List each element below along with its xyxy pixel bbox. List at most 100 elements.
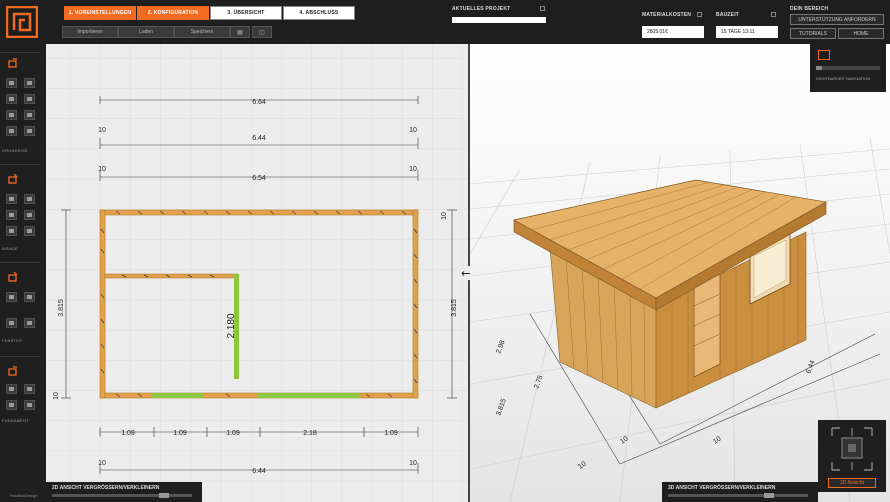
tool-button[interactable]: [6, 226, 17, 236]
dim-label-small: 10: [98, 166, 106, 173]
tool-button[interactable]: [24, 110, 35, 120]
tool-button[interactable]: [6, 292, 17, 302]
import-button[interactable]: Importieren: [62, 26, 118, 38]
section-divider: [0, 262, 40, 263]
app-root: 1. VOREINSTELLUNGEN 2. KONFIGURATION 3. …: [0, 0, 890, 502]
step-tab-konfiguration[interactable]: 2. KONFIGURATION: [137, 6, 209, 20]
dim-label-small: 10: [409, 127, 417, 134]
dim-label-small: 10: [409, 460, 417, 467]
dim-label-bottom-segment: 1.09: [121, 430, 135, 437]
load-button[interactable]: Laden: [118, 26, 174, 38]
project-name-field[interactable]: [452, 17, 546, 23]
step-tab-abschluss[interactable]: 4. ABSCHLUSS: [283, 6, 355, 20]
support-button[interactable]: UNTERSTÜTZUNG ANFORDERN: [790, 14, 884, 25]
navigation-label: SICHTBARKEIT NAVIGATION: [816, 76, 871, 81]
tutorials-button[interactable]: TUTORIALS: [790, 28, 836, 39]
dim-label-right-side: 3.815: [451, 299, 458, 317]
material-cost-value: 2805.01€: [642, 26, 704, 38]
tool-button[interactable]: [24, 400, 35, 410]
tool-button[interactable]: [24, 94, 35, 104]
step-tab-uebersicht[interactable]: 3. ÜBERSICHT: [210, 6, 282, 20]
section-label-fenster: FENSTER: [2, 338, 23, 343]
material-cost-label: MATERIALKOSTEN: [642, 12, 692, 18]
dim-label-bottom-total: 6.44: [252, 468, 266, 475]
3d-door: [693, 273, 721, 378]
3d-dim-label: 2.75: [533, 374, 544, 389]
zoom-3d-label: 3D ANSICHT VERGRÖSSERN/VERKLEINERN: [668, 485, 776, 491]
tool-button[interactable]: [6, 126, 17, 136]
dim-label-small: 10: [98, 460, 106, 467]
windows-section-icon: [8, 272, 18, 282]
brand-logo: HolzBauDesign: [10, 493, 38, 498]
project-label: AKTUELLES PROJEKT: [452, 6, 511, 12]
tool-button[interactable]: [24, 126, 35, 136]
walls-section-icon: [8, 174, 18, 184]
zoom-2d-track[interactable]: [52, 494, 192, 497]
tool-button[interactable]: [24, 210, 35, 220]
app-logo-icon[interactable]: [6, 6, 38, 38]
view-cube-icon[interactable]: [830, 426, 874, 472]
tool-button[interactable]: [6, 210, 17, 220]
floor-plan-2d-view[interactable]: 6.64 6.44 6.54 10 10 10 10 1.09 1.09 1.0…: [46, 44, 468, 502]
dim-label-bottom-segment: 1.09: [226, 430, 240, 437]
tool-button[interactable]: [24, 226, 35, 236]
section-divider: [0, 164, 40, 165]
opening-marker-window[interactable]: [258, 393, 360, 398]
dim-label-left-small: 10: [53, 392, 60, 400]
tool-button[interactable]: [6, 194, 17, 204]
top-bar: 1. VOREINSTELLUNGEN 2. KONFIGURATION 3. …: [0, 0, 890, 44]
zoom-2d-thumb[interactable]: [158, 493, 169, 498]
build-time-info-icon[interactable]: [771, 12, 776, 17]
zoom-3d-thumb[interactable]: [764, 493, 775, 498]
tool-button[interactable]: [6, 78, 17, 88]
view-cube-panel: 3D Ansicht: [818, 420, 886, 492]
project-info-icon[interactable]: [540, 6, 545, 11]
home-button[interactable]: HOME: [838, 28, 884, 39]
zoom-2d-label: 2D ANSICHT VERGRÖSSERN/VERKLEINERN: [52, 485, 160, 491]
tool-button[interactable]: [24, 318, 35, 328]
dim-label-bottom-segment: 1.09: [384, 430, 398, 437]
tool-button[interactable]: [6, 318, 17, 328]
tool-button[interactable]: [6, 110, 17, 120]
foundation-section-icon: [8, 366, 17, 376]
section-label-waende: WÄNDE: [2, 246, 18, 251]
view-icon-group: ▦ ◫: [230, 26, 272, 38]
section-label-fundament: FUNDAMENT: [2, 418, 29, 423]
step-tab-voreinstellungen[interactable]: 1. VOREINSTELLUNGEN: [64, 6, 136, 20]
tool-button[interactable]: [6, 400, 17, 410]
3d-dim-label: 3.815: [495, 398, 508, 417]
grid-view-icon[interactable]: ▦: [230, 26, 250, 38]
tool-button[interactable]: [6, 94, 17, 104]
build-time-label: BAUZEIT: [716, 12, 740, 18]
step-nav: 1. VOREINSTELLUNGEN 2. KONFIGURATION 3. …: [64, 6, 356, 20]
3d-dim-label: 10: [712, 435, 722, 445]
navigation-visibility-panel: SICHTBARKEIT NAVIGATION: [810, 44, 886, 92]
floor-plan-canvas[interactable]: 6.64 6.44 6.54 10 10 10 10 1.09 1.09 1.0…: [46, 44, 468, 502]
dim-label-right-small: 10: [441, 212, 448, 220]
dim-label-top-mid: 6.54: [252, 175, 266, 182]
dim-label-bottom-segment: 1.09: [173, 430, 187, 437]
tool-button[interactable]: [24, 78, 35, 88]
zoom-3d-track[interactable]: [668, 494, 808, 497]
3d-dim-label: 10: [577, 460, 587, 470]
tool-button[interactable]: [24, 194, 35, 204]
tool-button[interactable]: [24, 384, 35, 394]
save-button[interactable]: Speichern: [174, 26, 230, 38]
dim-label-left-side: 3.815: [58, 299, 65, 317]
dim-label-small: 10: [409, 166, 417, 173]
navigation-slider[interactable]: [816, 66, 880, 70]
tool-button[interactable]: [24, 292, 35, 302]
material-info-icon[interactable]: [697, 12, 702, 17]
account-label: DEIN BEREICH: [790, 6, 829, 12]
split-view-icon[interactable]: ◫: [252, 26, 272, 38]
3d-dim-label: 6.44: [805, 359, 816, 374]
opening-marker-door[interactable]: [234, 274, 239, 379]
opening-marker-window[interactable]: [152, 393, 204, 398]
3d-view-button[interactable]: 3D Ansicht: [828, 478, 876, 488]
section-divider: [0, 52, 40, 53]
tool-button[interactable]: [6, 384, 17, 394]
dim-label-bottom-segment: 2.18: [303, 430, 317, 437]
navigation-icon[interactable]: [818, 50, 830, 60]
3d-dim-label: 2.98: [495, 339, 506, 354]
left-toolbar: GRUNDRISS WÄNDE FENSTER FUNDAMENT: [0, 44, 46, 502]
